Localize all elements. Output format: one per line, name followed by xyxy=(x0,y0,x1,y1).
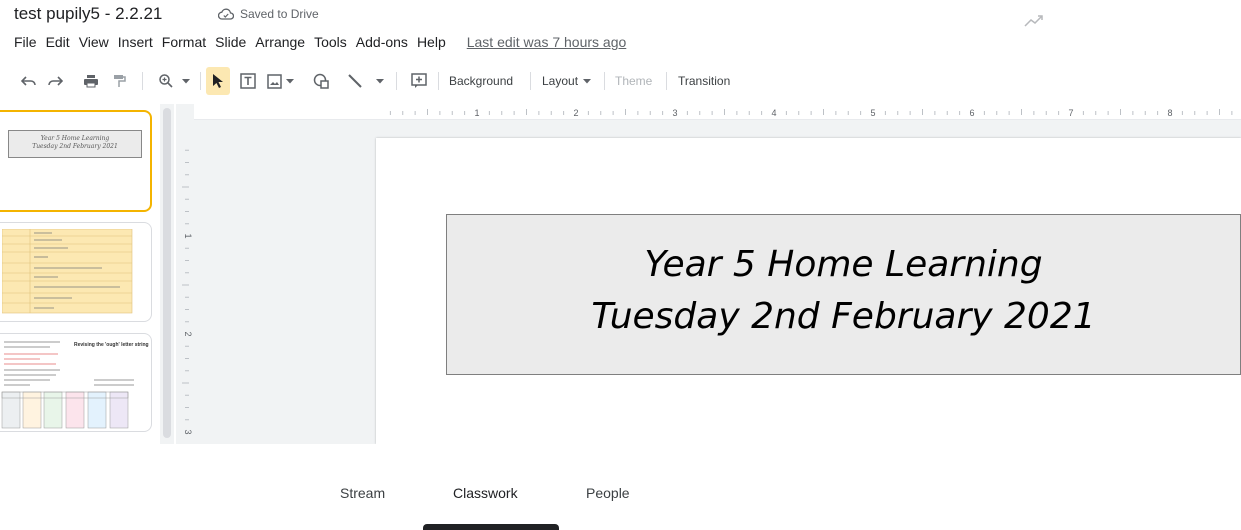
menu-arrange[interactable]: Arrange xyxy=(255,34,305,50)
horizontal-ruler[interactable]: 1 2 3 4 5 6 7 8 xyxy=(194,104,1241,120)
line-dropdown-icon[interactable] xyxy=(374,64,386,98)
toolbar-divider xyxy=(666,72,667,90)
menu-view[interactable]: View xyxy=(79,34,109,50)
save-status-text: Saved to Drive xyxy=(240,7,319,21)
tab-classwork[interactable]: Classwork xyxy=(453,485,518,501)
toolbar-divider xyxy=(142,72,143,90)
menu-format[interactable]: Format xyxy=(162,34,206,50)
ruler-label: 3 xyxy=(183,429,193,434)
theme-button[interactable]: Theme xyxy=(615,64,652,98)
toolbar-divider xyxy=(396,72,397,90)
menu-edit[interactable]: Edit xyxy=(46,34,70,50)
background-button[interactable]: Background xyxy=(449,64,513,98)
ruler-label: 1 xyxy=(183,233,193,238)
image-dropdown-icon[interactable] xyxy=(284,64,296,98)
menu-insert[interactable]: Insert xyxy=(118,34,153,50)
menu-tools[interactable]: Tools xyxy=(314,34,347,50)
ruler-label: 7 xyxy=(1068,108,1073,118)
layout-label: Layout xyxy=(542,74,579,88)
toolbar-divider xyxy=(530,72,531,90)
zoom-icon[interactable] xyxy=(154,64,178,98)
menu-file[interactable]: File xyxy=(14,34,37,50)
select-cursor-icon[interactable] xyxy=(206,67,230,95)
menu-bar: File Edit View Insert Format Slide Arran… xyxy=(14,34,635,50)
horizontal-ruler-ticks: 1 2 3 4 5 6 7 8 xyxy=(389,108,1233,118)
vertical-ruler[interactable]: 1 2 3 xyxy=(176,120,194,444)
spelling-worksheet-thumbnail xyxy=(1,341,134,429)
thumb-title-line1: Year 5 Home Learning xyxy=(40,135,110,142)
activity-trend-icon[interactable] xyxy=(1024,14,1044,28)
last-edit-link[interactable]: Last edit was 7 hours ago xyxy=(467,34,627,50)
classroom-tab-bar: Stream Classwork People xyxy=(0,444,1241,530)
slide-thumbnail-1[interactable]: Year 5 Home Learning Tuesday 2nd Februar… xyxy=(0,110,152,212)
slide-filmstrip: Year 5 Home Learning Tuesday 2nd Februar… xyxy=(0,104,172,444)
layout-dropdown-icon xyxy=(583,79,592,84)
ruler-label: 4 xyxy=(771,108,776,118)
menu-slide[interactable]: Slide xyxy=(215,34,246,50)
menu-help[interactable]: Help xyxy=(417,34,446,50)
paint-format-icon[interactable] xyxy=(108,64,130,98)
toolbar: Background Layout Theme Transition xyxy=(0,64,1241,98)
ruler-label: 5 xyxy=(870,108,875,118)
thumb-title-box: Year 5 Home Learning Tuesday 2nd Februar… xyxy=(8,130,142,158)
tab-people[interactable]: People xyxy=(586,485,630,501)
menu-addons[interactable]: Add-ons xyxy=(356,34,408,50)
layout-button[interactable]: Layout xyxy=(542,64,592,98)
transition-button[interactable]: Transition xyxy=(678,64,730,98)
redo-icon[interactable] xyxy=(44,64,66,98)
slide-thumbnail-2[interactable] xyxy=(0,222,152,322)
timetable-thumbnail xyxy=(2,229,133,314)
toolbar-divider xyxy=(200,72,201,90)
image-icon[interactable] xyxy=(264,64,284,98)
zoom-dropdown-icon[interactable] xyxy=(180,64,192,98)
slide-title-box[interactable]: Year 5 Home Learning Tuesday 2nd Februar… xyxy=(446,214,1241,375)
active-tab-indicator xyxy=(423,524,559,530)
tab-stream[interactable]: Stream xyxy=(340,485,385,501)
toolbar-divider xyxy=(604,72,605,90)
ruler-label: 3 xyxy=(672,108,677,118)
shape-icon[interactable] xyxy=(310,64,334,98)
slide-title-line1: Year 5 Home Learning xyxy=(644,244,1043,285)
undo-icon[interactable] xyxy=(18,64,40,98)
line-icon[interactable] xyxy=(344,64,366,98)
document-title[interactable]: test pupily5 - 2.2.21 xyxy=(14,4,162,24)
save-status[interactable]: Saved to Drive xyxy=(218,7,319,21)
add-comment-icon[interactable] xyxy=(408,64,430,98)
ruler-label: 2 xyxy=(183,331,193,336)
toolbar-divider xyxy=(438,72,439,90)
ruler-label: 2 xyxy=(573,108,578,118)
ruler-label: 1 xyxy=(474,108,479,118)
slide-title-line2: Tuesday 2nd February 2021 xyxy=(591,296,1096,337)
print-icon[interactable] xyxy=(80,64,102,98)
slide-thumbnail-3[interactable]: Revising the 'ough' letter string xyxy=(0,333,152,432)
text-box-icon[interactable] xyxy=(236,64,260,98)
filmstrip-scrollbar-thumb[interactable] xyxy=(163,108,171,438)
vertical-ruler-ticks: 1 2 3 xyxy=(182,149,193,435)
ruler-label: 6 xyxy=(969,108,974,118)
thumb-title-line2: Tuesday 2nd February 2021 xyxy=(32,143,118,150)
cloud-done-icon xyxy=(218,8,234,20)
ruler-label: 8 xyxy=(1167,108,1172,118)
